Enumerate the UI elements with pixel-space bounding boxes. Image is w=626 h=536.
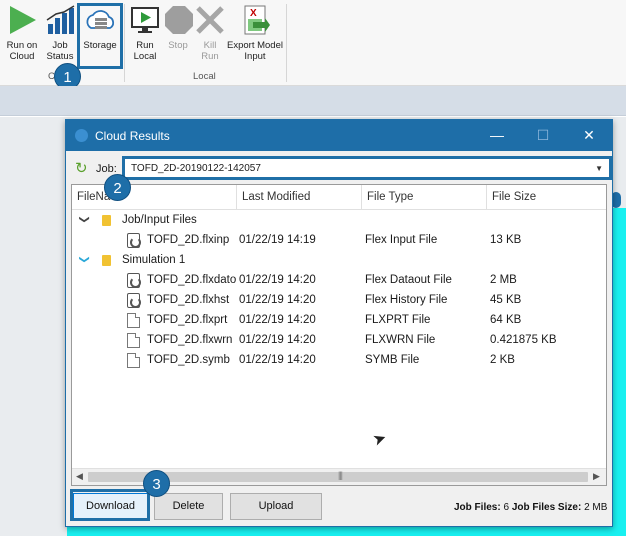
- file-row[interactable]: TOFD_2D.flxdato 01/22/19 14:20 Flex Data…: [72, 271, 606, 291]
- monitor-play-icon: [129, 4, 161, 36]
- workspace-cyan-panel: [612, 208, 626, 512]
- file-name: TOFD_2D.flxwrn: [147, 334, 233, 346]
- file-modified: 01/22/19 14:20: [239, 334, 316, 346]
- file-size: 2 MB: [490, 274, 517, 286]
- scroll-left-icon[interactable]: ◀: [76, 471, 83, 482]
- folder-row-job-input-files[interactable]: ❯ Job/Input Files: [72, 211, 606, 231]
- app-icon: [75, 129, 88, 142]
- job-files-size-label: Job Files Size:: [511, 502, 582, 513]
- file-row[interactable]: TOFD_2D.flxwrn 01/22/19 14:20 FLXWRN Fil…: [72, 331, 606, 351]
- file-type: Flex Dataout File: [365, 274, 452, 286]
- job-files-summary: Job Files: 6 Job Files Size: 2 MB: [454, 502, 607, 513]
- callout-badge-2: 2: [104, 174, 131, 201]
- cloud-results-dialog: Cloud Results — ☐ ✕ ↻ Job: TOFD_2D-20190…: [65, 119, 613, 527]
- file-modified: 01/22/19 14:20: [239, 314, 316, 326]
- file-name: TOFD_2D.symb: [147, 354, 230, 366]
- file-size: 45 KB: [490, 294, 522, 306]
- file-size: 2 KB: [490, 354, 515, 366]
- job-files-count: 6: [503, 502, 510, 513]
- flex-file-icon: [127, 273, 141, 288]
- job-status-button[interactable]: Job Status: [44, 4, 76, 66]
- maximize-button[interactable]: ☐: [520, 120, 566, 151]
- file-size: 64 KB: [490, 314, 522, 326]
- document-icon: [127, 313, 140, 328]
- folder-row-simulation-1[interactable]: ❯ Simulation 1: [72, 251, 606, 271]
- file-name: TOFD_2D.flxinp: [147, 234, 230, 246]
- file-modified: 01/22/19 14:20: [239, 354, 316, 366]
- excel-export-icon: X: [239, 4, 271, 36]
- column-header-file-type[interactable]: File Type: [362, 185, 487, 210]
- file-size: 13 KB: [490, 234, 522, 246]
- file-name: TOFD_2D.flxprt: [147, 314, 228, 326]
- stop-icon: [163, 4, 195, 36]
- kill-run-button[interactable]: Kill Run: [194, 4, 226, 66]
- file-list: FileNa Last Modified File Type File Size…: [71, 184, 607, 486]
- run-local-label: Run Local: [133, 40, 157, 62]
- job-files-label: Job Files:: [454, 502, 501, 513]
- upload-button[interactable]: Upload: [230, 493, 322, 520]
- scroll-right-icon[interactable]: ▶: [593, 471, 600, 482]
- download-highlight-box: [70, 489, 150, 521]
- file-row[interactable]: TOFD_2D.flxhst 01/22/19 14:20 Flex Histo…: [72, 291, 606, 311]
- folder-name: Simulation 1: [122, 254, 186, 266]
- stop-label: Stop: [168, 40, 188, 51]
- file-size: 0.421875 KB: [490, 334, 557, 346]
- x-icon: [194, 4, 226, 36]
- local-group-label: Local: [193, 71, 216, 82]
- ribbon-separator: [124, 4, 125, 82]
- refresh-icon[interactable]: ↻: [75, 161, 88, 176]
- file-modified: 01/22/19 14:20: [239, 274, 316, 286]
- folder-icon: [102, 255, 111, 266]
- document-icon: [127, 353, 140, 368]
- file-modified: 01/22/19 14:20: [239, 294, 316, 306]
- app-toolbar-strip: [0, 86, 626, 116]
- expand-chevron-icon[interactable]: ❯: [79, 215, 90, 223]
- storage-highlight-box: [77, 3, 123, 69]
- job-select-value: TOFD_2D-20190122-142057: [131, 163, 261, 174]
- job-files-size-value: 2 MB: [584, 502, 608, 513]
- play-icon: [6, 4, 38, 36]
- file-type: FLXPRT File: [365, 314, 431, 326]
- dialog-title: Cloud Results: [95, 129, 170, 143]
- run-on-cloud-label: Run on Cloud: [6, 40, 38, 62]
- file-name: TOFD_2D.flxhst: [147, 294, 230, 306]
- folder-icon: [102, 215, 111, 226]
- job-label: Job:: [96, 163, 117, 175]
- delete-button[interactable]: Delete: [154, 493, 223, 520]
- export-model-input-label: Export Model Input: [227, 40, 283, 62]
- column-header-file-size[interactable]: File Size: [487, 185, 606, 210]
- callout-badge-3: 3: [143, 470, 170, 497]
- flex-file-icon: [127, 293, 141, 308]
- close-button[interactable]: ✕: [566, 120, 612, 151]
- bar-chart-icon: [44, 4, 76, 36]
- file-type: Flex History File: [365, 294, 448, 306]
- file-name: TOFD_2D.flxdato: [147, 274, 237, 286]
- chevron-down-icon: ▼: [595, 164, 603, 173]
- ribbon-separator: [286, 4, 287, 82]
- folder-name: Job/Input Files: [122, 214, 197, 226]
- document-icon: [127, 333, 140, 348]
- run-on-cloud-button[interactable]: Run on Cloud: [4, 4, 40, 66]
- flex-file-icon: [127, 233, 141, 248]
- column-header-filename[interactable]: FileNa: [72, 185, 237, 210]
- file-type: FLXWRN File: [365, 334, 436, 346]
- file-row[interactable]: TOFD_2D.symb 01/22/19 14:20 SYMB File 2 …: [72, 351, 606, 371]
- file-type: Flex Input File: [365, 234, 438, 246]
- file-row[interactable]: TOFD_2D.flxprt 01/22/19 14:20 FLXPRT Fil…: [72, 311, 606, 331]
- run-local-button[interactable]: Run Local: [128, 4, 162, 66]
- job-status-label: Job Status: [46, 40, 74, 62]
- stop-button[interactable]: Stop: [163, 4, 193, 66]
- svg-text:X: X: [250, 8, 257, 19]
- minimize-button[interactable]: —: [474, 120, 520, 151]
- export-model-input-button[interactable]: X Export Model Input: [227, 4, 283, 66]
- expand-chevron-icon[interactable]: ❯: [79, 255, 90, 263]
- column-header-last-modified[interactable]: Last Modified: [237, 185, 362, 210]
- job-select-dropdown[interactable]: TOFD_2D-20190122-142057 ▼: [122, 156, 612, 180]
- file-type: SYMB File: [365, 354, 420, 366]
- dialog-titlebar[interactable]: Cloud Results — ☐ ✕: [66, 120, 612, 151]
- kill-run-label: Kill Run: [201, 40, 219, 62]
- grip-icon: |||: [338, 470, 343, 480]
- file-modified: 01/22/19 14:19: [239, 234, 316, 246]
- file-row[interactable]: TOFD_2D.flxinp 01/22/19 14:19 Flex Input…: [72, 231, 606, 251]
